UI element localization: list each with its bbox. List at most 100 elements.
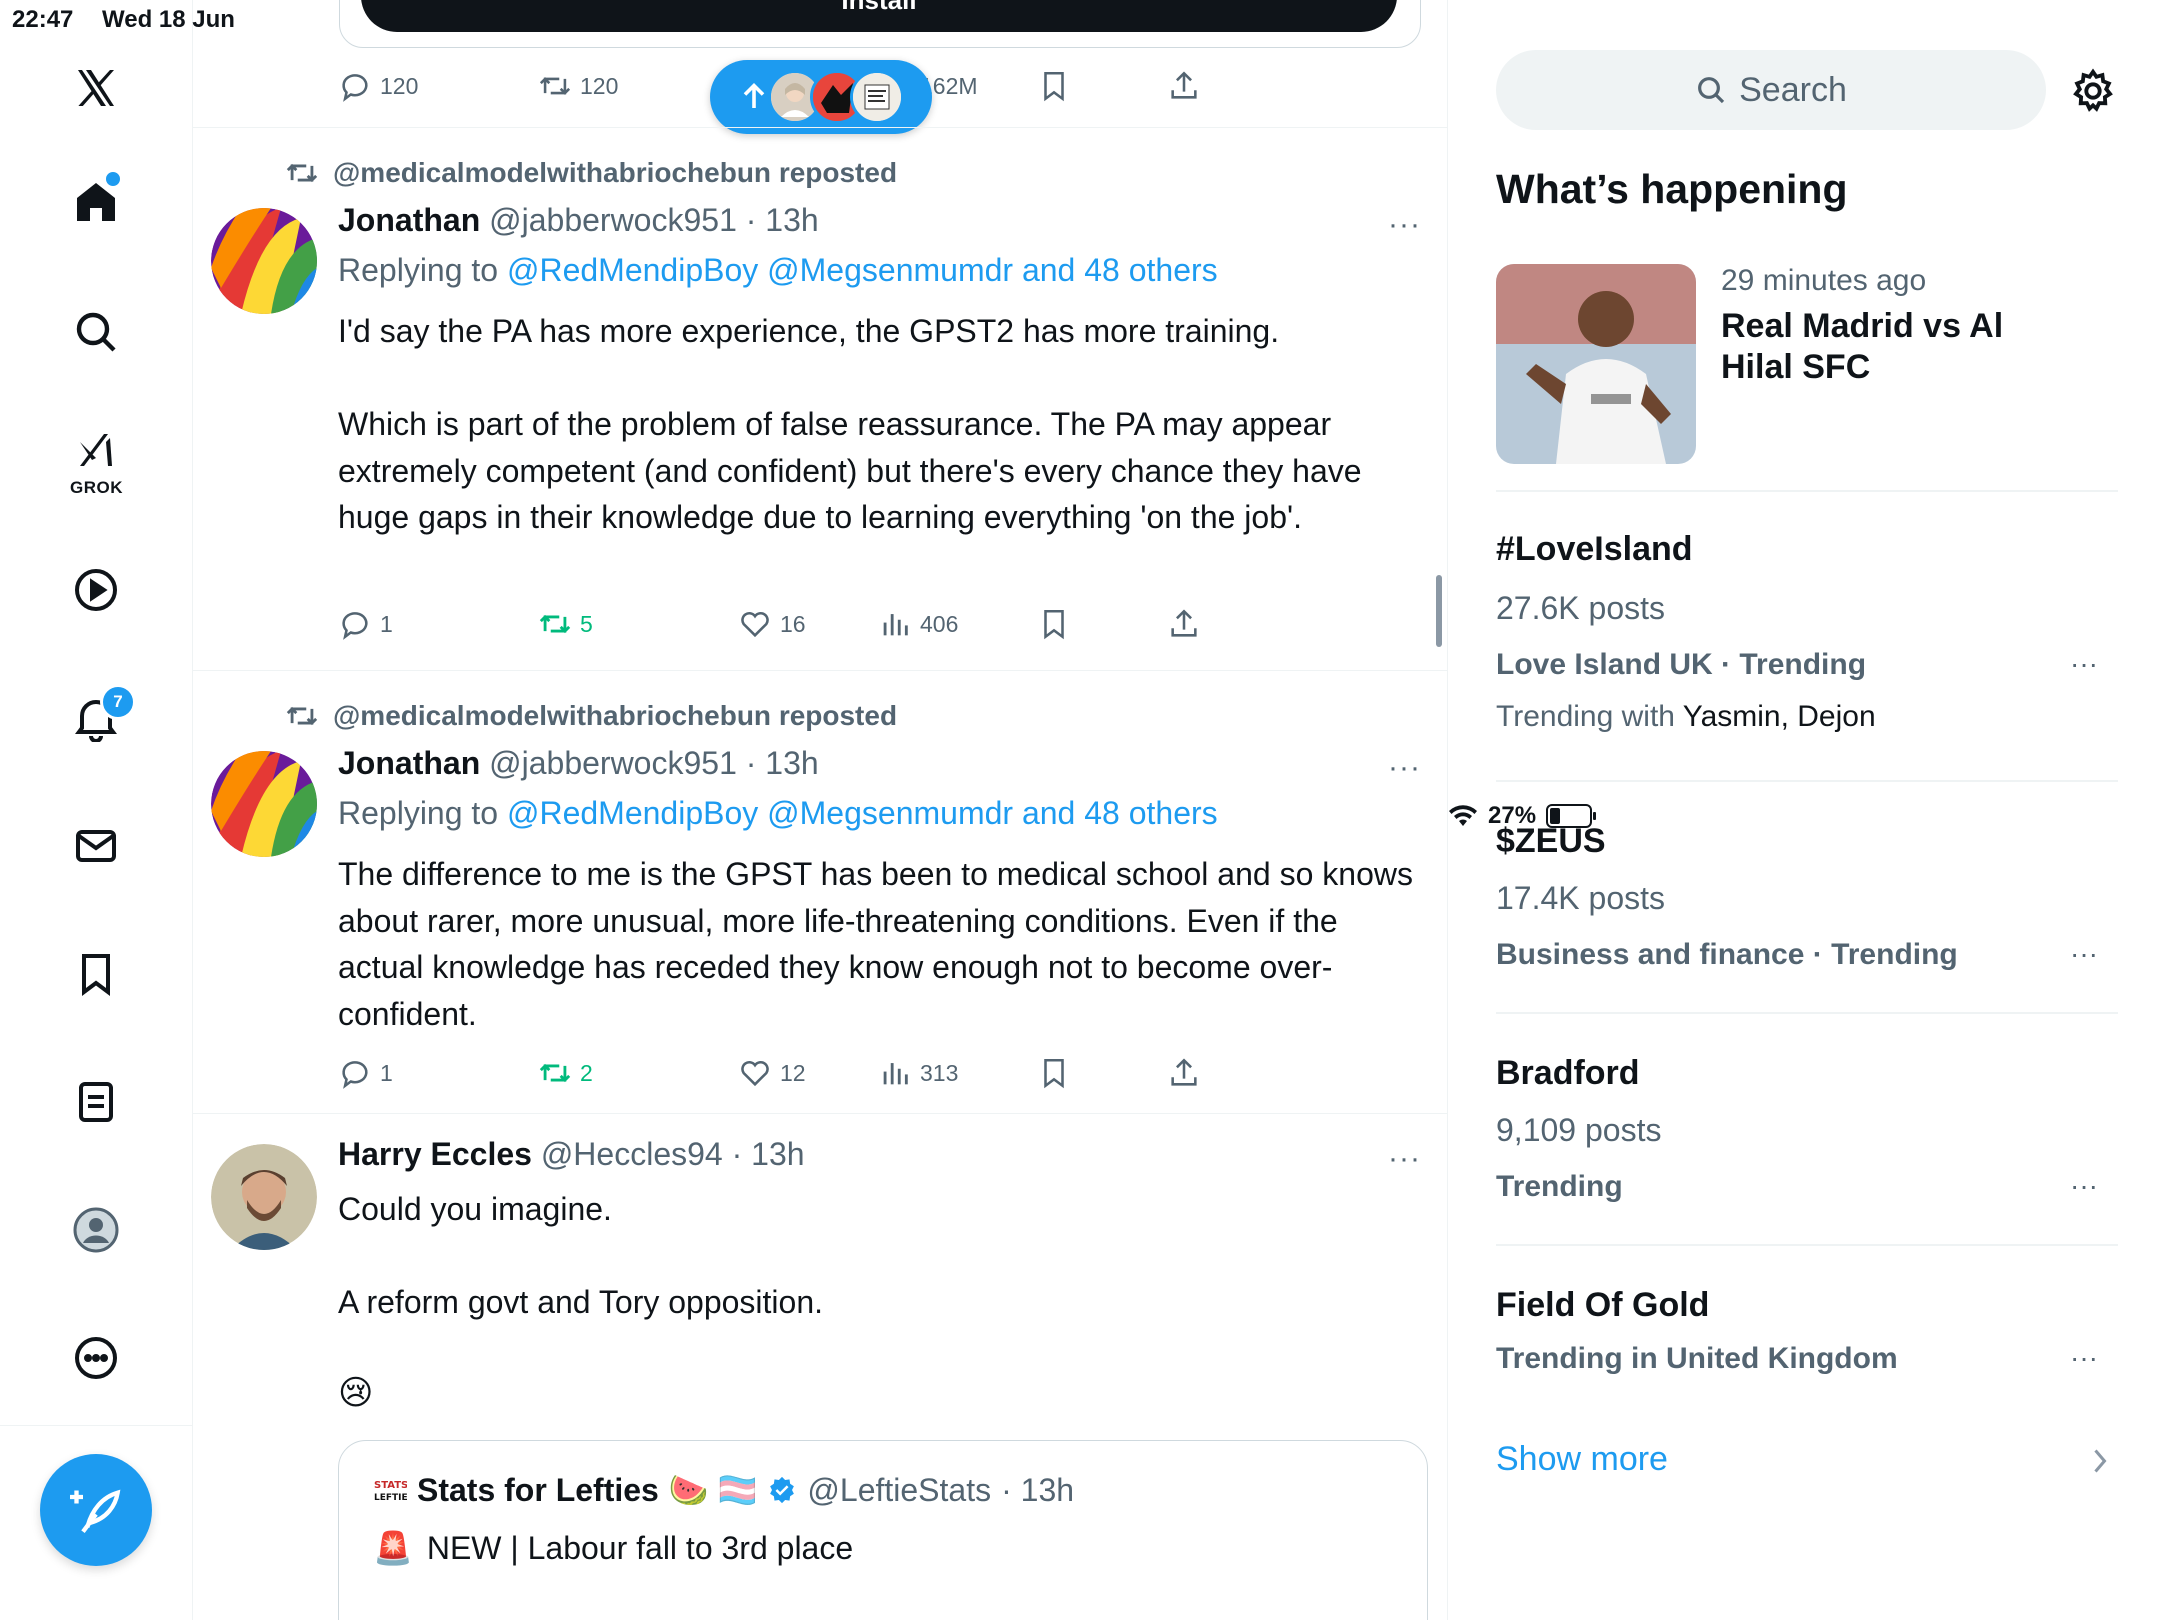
avatar[interactable]: [211, 208, 317, 314]
notifications-badge: 7: [100, 684, 136, 720]
heart-icon: [741, 611, 769, 638]
messages-icon[interactable]: [56, 806, 136, 886]
svg-text:STATS: STATS: [374, 1480, 407, 1491]
post[interactable]: Harry Eccles @Heccles94 · 13h ··· Could …: [193, 1114, 1447, 1620]
search-nav-icon[interactable]: [56, 292, 136, 372]
post[interactable]: @medicalmodelwithabriochebun reposted Jo…: [193, 671, 1447, 1114]
reply-button[interactable]: 1: [338, 1053, 393, 1093]
replying-prefix: Replying to: [338, 252, 499, 288]
replying-prefix: Replying to: [338, 795, 499, 831]
author-name[interactable]: Jonathan: [338, 202, 480, 238]
battery-percent: 27%: [1488, 802, 1537, 829]
verified-icon: [770, 1476, 795, 1504]
more-icon[interactable]: ···: [1388, 1142, 1428, 1175]
repost-small-icon: [286, 163, 318, 183]
grok-label: GROK: [70, 478, 123, 497]
quote-text-row: 🚨 NEW | Labour fall to 3rd place: [373, 1529, 853, 1567]
post-header: Harry Eccles @Heccles94 · 13h: [338, 1136, 805, 1173]
bookmarks-nav-icon[interactable]: [56, 934, 136, 1014]
views-count: 313: [920, 1059, 959, 1086]
stats-for-lefties-logo: STATS LEFTIES: [373, 1477, 407, 1503]
battery-level: [1550, 808, 1561, 824]
quote-author-handle[interactable]: @LeftieStats: [807, 1472, 991, 1509]
crying-emoji: 😢: [338, 1374, 374, 1412]
replying-to: Replying to @RedMendipBoy @Megsenmumdr a…: [338, 252, 1218, 289]
profile-icon[interactable]: [56, 1190, 136, 1270]
scrollbar[interactable]: [1436, 575, 1442, 647]
status-date: Wed 18 Jun: [102, 6, 235, 33]
post-text: I'd say the PA has more experience, the …: [338, 313, 1362, 535]
post-actions: 1 2 12 313: [338, 1053, 1338, 1093]
author-name[interactable]: Harry Eccles: [338, 1136, 532, 1172]
repost-count: 5: [580, 610, 593, 637]
share-button[interactable]: [1167, 1053, 1201, 1093]
heart-icon: [741, 1060, 769, 1087]
repost-button[interactable]: 5: [538, 604, 593, 644]
reply-count: 1: [380, 1059, 393, 1086]
reply-icon: [342, 1061, 368, 1089]
post-header: Jonathan @jabberwock951 · 13h: [338, 745, 819, 782]
post-header: Jonathan @jabberwock951 · 13h: [338, 202, 819, 239]
like-button[interactable]: 16: [738, 604, 806, 644]
author-name[interactable]: Jonathan: [338, 745, 480, 781]
post-text: The difference to me is the GPST has bee…: [338, 856, 1413, 1032]
bookmark-button[interactable]: [1037, 604, 1071, 644]
reply-button[interactable]: 1: [338, 604, 393, 644]
repost-small-icon: [286, 706, 318, 726]
share-icon: [1171, 1058, 1197, 1086]
post-actions: 1 5 16 406: [338, 604, 1338, 644]
avatar[interactable]: [211, 1144, 317, 1250]
repost-count: 2: [580, 1059, 593, 1086]
replying-to: Replying to @RedMendipBoy @Megsenmumdr a…: [338, 795, 1218, 832]
left-nav: GROK 7: [0, 0, 193, 1620]
more-icon[interactable]: ···: [1388, 751, 1428, 784]
quote-header: STATS LEFTIES Stats for Lefties 🍉 🏳️‍⚧️ @…: [373, 1471, 1074, 1509]
more-options-icon[interactable]: [56, 1318, 136, 1398]
share-button[interactable]: [1167, 604, 1201, 644]
author-handle[interactable]: @jabberwock951: [489, 745, 737, 781]
bookmark-icon: [1044, 609, 1064, 640]
svg-text:LEFTIES: LEFTIES: [374, 1493, 407, 1503]
compose-button[interactable]: [40, 1454, 152, 1566]
views-button[interactable]: 406: [878, 604, 958, 644]
nav-divider: [0, 1425, 193, 1426]
post-time: · 13h: [745, 745, 819, 781]
quote-text: NEW | Labour fall to 3rd place: [426, 1529, 854, 1566]
post-time: · 13h: [731, 1136, 805, 1172]
wifi-icon: [1449, 805, 1477, 826]
status-time: 22:47: [12, 6, 74, 33]
notifications-icon[interactable]: 7: [56, 678, 136, 758]
author-handle[interactable]: @Heccles94: [541, 1136, 723, 1172]
bookmark-button[interactable]: [1037, 1053, 1071, 1093]
author-handle[interactable]: @jabberwock951: [489, 202, 737, 238]
replying-links[interactable]: @RedMendipBoy @Megsenmumdr and 48 others: [507, 795, 1218, 831]
repost-indicator: @medicalmodelwithabriochebun reposted: [285, 156, 897, 190]
battery-icon: [1546, 804, 1597, 828]
quote-name-emojis: 🍉 🏳️‍⚧️: [668, 1472, 758, 1508]
status-bar: 22:47 Wed 18 Jun 27%: [0, 0, 2160, 829]
home-icon[interactable]: [56, 162, 136, 242]
quote-time: · 13h: [1001, 1471, 1075, 1508]
views-button[interactable]: 313: [878, 1053, 958, 1093]
main-feed: Install 120 120 162M @medicalmodelwithab…: [193, 0, 1448, 1620]
avatar[interactable]: [211, 751, 317, 857]
post[interactable]: @medicalmodelwithabriochebun reposted Jo…: [193, 128, 1447, 671]
video-icon[interactable]: [56, 550, 136, 630]
home-dot: [104, 170, 122, 188]
bookmark-icon: [1044, 1058, 1064, 1089]
repost-button[interactable]: 2: [538, 1053, 593, 1093]
lists-icon[interactable]: [56, 1062, 136, 1142]
x-logo-icon[interactable]: [56, 48, 136, 128]
views-icon: [883, 1063, 908, 1085]
more-icon[interactable]: ···: [1388, 208, 1428, 241]
like-button[interactable]: 12: [738, 1053, 806, 1093]
quote-author-name[interactable]: Stats for Lefties: [417, 1472, 659, 1509]
replying-links[interactable]: @RedMendipBoy @Megsenmumdr and 48 others: [507, 252, 1218, 288]
repost-icon: [539, 614, 571, 634]
compose-feather-icon: [70, 1489, 121, 1533]
views-icon: [883, 614, 908, 636]
repost-indicator: @medicalmodelwithabriochebun reposted: [285, 699, 897, 733]
like-count: 12: [780, 1059, 806, 1086]
quoted-post[interactable]: STATS LEFTIES Stats for Lefties 🍉 🏳️‍⚧️ @…: [338, 1440, 1428, 1620]
reply-count: 1: [380, 610, 393, 637]
